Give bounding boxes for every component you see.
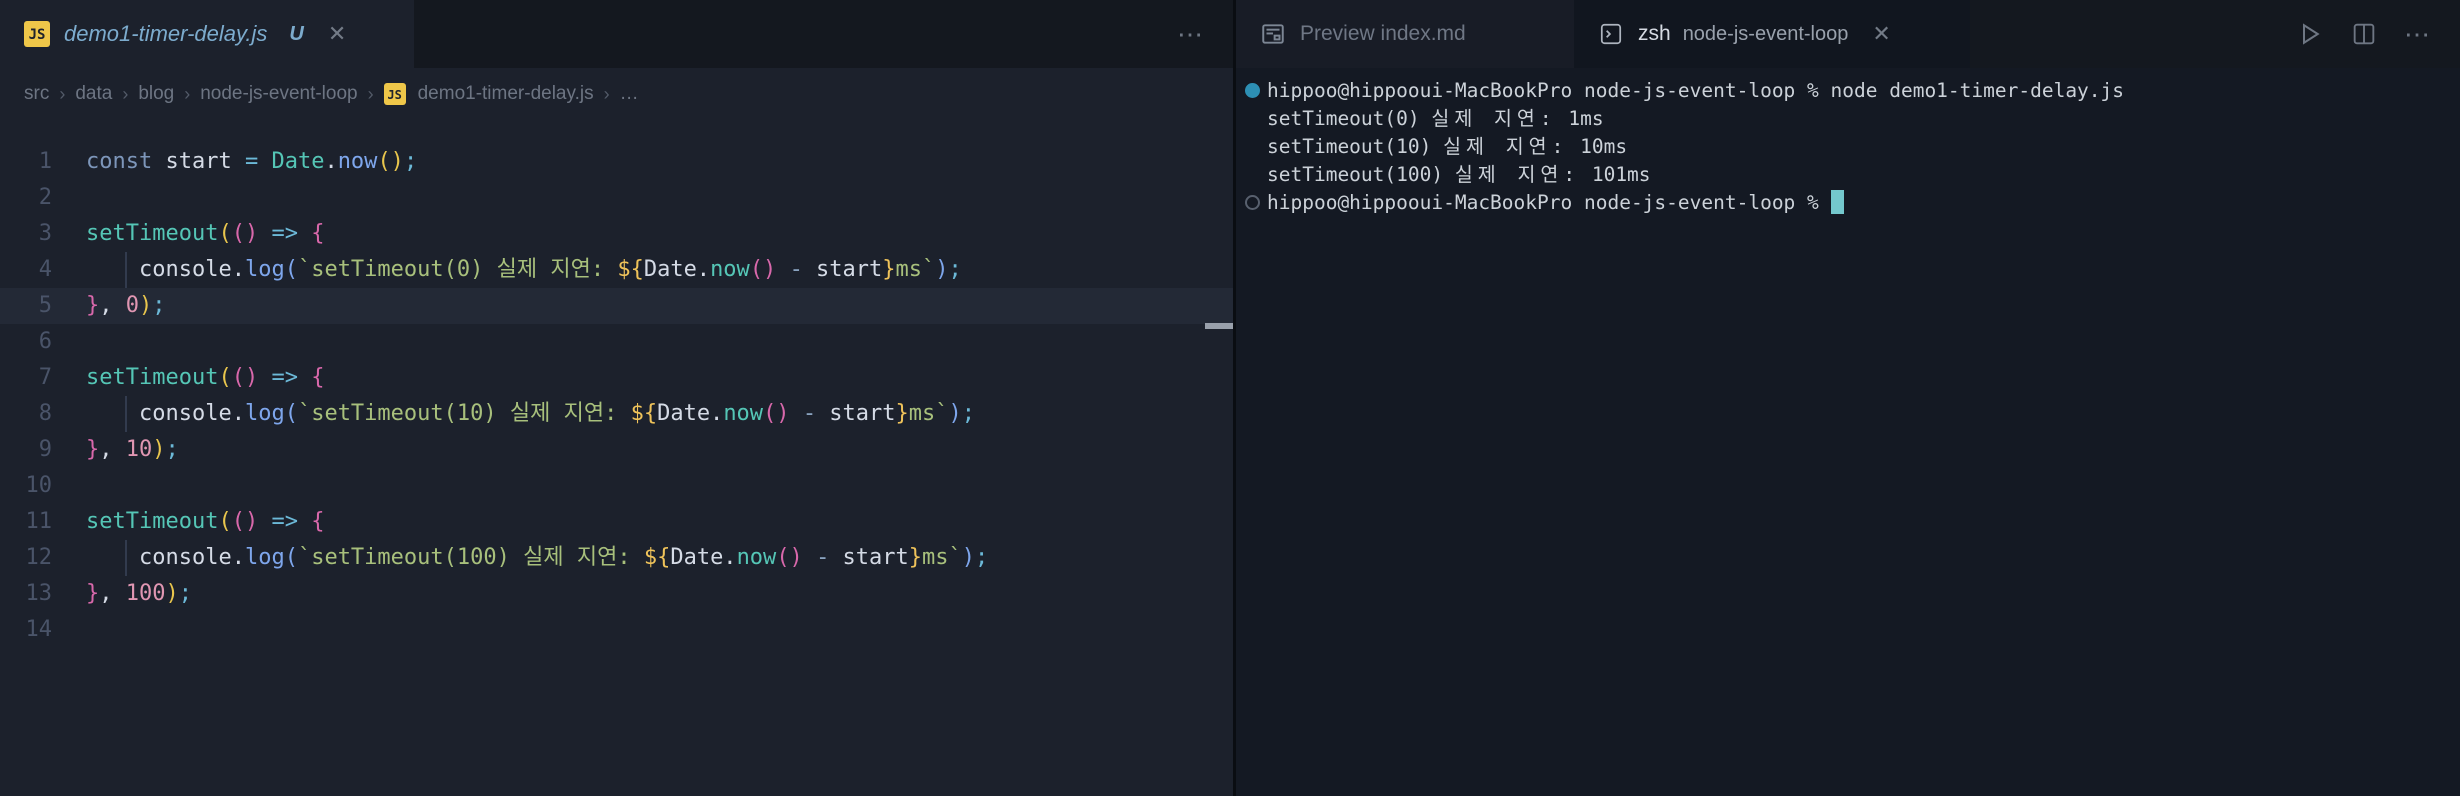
left-tab-bar: JS demo1-timer-delay.js U ✕ ⋯ xyxy=(0,0,1233,68)
code-line-content: }, 100); xyxy=(86,581,192,606)
breadcrumb-item-file[interactable]: demo1-timer-delay.js xyxy=(418,83,594,105)
terminal-line-3: setTimeout(10) 실제 지연: 10ms xyxy=(1236,133,2460,161)
chevron-right-icon: › xyxy=(122,84,128,105)
code-line-12[interactable]: 12 console.log(`setTimeout(100) 실제 지연: $… xyxy=(0,540,1233,576)
git-untracked-badge: U xyxy=(289,23,303,46)
tab-bar-spacer xyxy=(1970,0,2294,68)
breadcrumb-item-data[interactable]: data xyxy=(75,83,112,105)
line-number: 9 xyxy=(0,432,52,468)
tab-terminal-zsh[interactable]: zsh node-js-event-loop ✕ xyxy=(1574,0,1970,68)
code-line-content: console.log(`setTimeout(100) 실제 지연: ${Da… xyxy=(86,545,988,570)
more-actions-icon[interactable]: ⋯ xyxy=(1177,19,1205,50)
code-line-4[interactable]: 4 console.log(`setTimeout(0) 실제 지연: ${Da… xyxy=(0,252,1233,288)
vscode-workbench: JS demo1-timer-delay.js U ✕ ⋯ src › data › b… xyxy=(0,0,2460,796)
line-number: 4 xyxy=(0,252,52,288)
code-line-9[interactable]: 9 }, 10); xyxy=(0,432,1233,468)
command-pending-decoration xyxy=(1245,195,1260,210)
js-file-icon: JS xyxy=(24,21,50,47)
code-line-content: console.log(`setTimeout(10) 실제 지연: ${Dat… xyxy=(86,401,975,426)
tab-preview-index-md[interactable]: Preview index.md xyxy=(1236,0,1574,68)
code-line-7[interactable]: 7 setTimeout(() => { xyxy=(0,360,1233,396)
line-number: 12 xyxy=(0,540,52,576)
code-line-11[interactable]: 11 setTimeout(() => { xyxy=(0,504,1233,540)
code-line-content: const start = Date.now(); xyxy=(86,149,417,174)
code-line-content: console.log(`setTimeout(0) 실제 지연: ${Date… xyxy=(86,257,962,282)
line-number: 11 xyxy=(0,504,52,540)
chevron-right-icon: › xyxy=(59,84,65,105)
code-line-1[interactable]: 1 const start = Date.now(); xyxy=(0,144,1233,180)
indent-guide xyxy=(125,396,127,432)
line-number: 5 xyxy=(0,288,52,324)
tab-bar-spacer xyxy=(414,0,1177,68)
breadcrumb-item-src[interactable]: src xyxy=(24,83,49,105)
code-line-10[interactable]: 10 xyxy=(0,468,1233,504)
code-line-content: setTimeout(() => { xyxy=(86,221,324,246)
tab-filename: demo1-timer-delay.js xyxy=(64,21,267,47)
line-number: 6 xyxy=(0,324,52,360)
command-success-decoration xyxy=(1245,83,1260,98)
markdown-preview-icon xyxy=(1260,21,1286,47)
breadcrumb-overflow[interactable]: … xyxy=(620,83,639,105)
line-number: 13 xyxy=(0,576,52,612)
right-tab-bar: Preview index.md zsh node-js-event-loop … xyxy=(1236,0,2460,68)
line-number: 14 xyxy=(0,612,52,648)
line-number: 10 xyxy=(0,468,52,504)
right-editor-actions: ⋯ xyxy=(2294,0,2460,68)
code-line-14[interactable]: 14 xyxy=(0,612,1233,648)
editor-group-left: JS demo1-timer-delay.js U ✕ ⋯ src › data › b… xyxy=(0,0,1233,796)
overview-ruler-marker xyxy=(1205,323,1233,329)
code-line-2[interactable]: 2 xyxy=(0,180,1233,216)
terminal-icon xyxy=(1598,21,1624,47)
line-number: 7 xyxy=(0,360,52,396)
terminal-cwd-label: node-js-event-loop xyxy=(1683,23,1849,46)
more-actions-icon[interactable]: ⋯ xyxy=(2404,19,2432,50)
terminal-shell-label: zsh xyxy=(1638,22,1671,46)
code-line-content: setTimeout(() => { xyxy=(86,365,324,390)
indent-guide xyxy=(125,252,127,288)
chevron-right-icon: › xyxy=(368,84,374,105)
terminal-line-4: setTimeout(100) 실제 지연: 101ms xyxy=(1236,161,2460,189)
breadcrumb-item-node-js-event-loop[interactable]: node-js-event-loop xyxy=(200,83,357,105)
terminal-line-2: setTimeout(0) 실제 지연: 1ms xyxy=(1236,105,2460,133)
breadcrumb: src › data › blog › node-js-event-loop › JS demo1… xyxy=(0,68,1233,120)
close-tab-icon[interactable]: ✕ xyxy=(328,21,346,47)
line-number: 1 xyxy=(0,144,52,180)
code-line-8[interactable]: 8 console.log(`setTimeout(10) 실제 지연: ${D… xyxy=(0,396,1233,432)
code-editor[interactable]: 1 const start = Date.now(); 23 setTimeout((… xyxy=(0,120,1233,796)
split-editor-icon[interactable] xyxy=(2350,20,2378,48)
line-number: 3 xyxy=(0,216,52,252)
chevron-right-icon: › xyxy=(604,84,610,105)
code-line-13[interactable]: 13 }, 100); xyxy=(0,576,1233,612)
terminal-line-5: hippoo@hippooui-MacBookPro node-js-event… xyxy=(1236,189,2460,217)
tab-label: Preview index.md xyxy=(1300,22,1466,46)
code-line-5[interactable]: 5 }, 0); xyxy=(0,288,1233,324)
terminal-panel[interactable]: hippoo@hippooui-MacBookPro node-js-event… xyxy=(1236,68,2460,796)
line-number: 8 xyxy=(0,396,52,432)
terminal-line-1: hippoo@hippooui-MacBookPro node-js-event… xyxy=(1236,77,2460,105)
left-editor-actions: ⋯ xyxy=(1177,0,1233,68)
chevron-right-icon: › xyxy=(184,84,190,105)
js-file-icon: JS xyxy=(384,83,406,105)
indent-guide xyxy=(125,540,127,576)
code-line-content: }, 0); xyxy=(86,293,166,318)
code-line-3[interactable]: 3 setTimeout(() => { xyxy=(0,216,1233,252)
code-line-6[interactable]: 6 xyxy=(0,324,1233,360)
code-line-content: setTimeout(() => { xyxy=(86,509,324,534)
editor-group-right: Preview index.md zsh node-js-event-loop … xyxy=(1233,0,2460,796)
code-line-content: }, 10); xyxy=(86,437,179,462)
close-tab-icon[interactable]: ✕ xyxy=(1872,21,1890,47)
tab-demo1-timer-delay-js[interactable]: JS demo1-timer-delay.js U ✕ xyxy=(0,0,414,68)
terminal-cursor xyxy=(1831,190,1844,214)
line-number: 2 xyxy=(0,180,52,216)
breadcrumb-item-blog[interactable]: blog xyxy=(138,83,174,105)
run-code-icon[interactable] xyxy=(2294,19,2324,49)
